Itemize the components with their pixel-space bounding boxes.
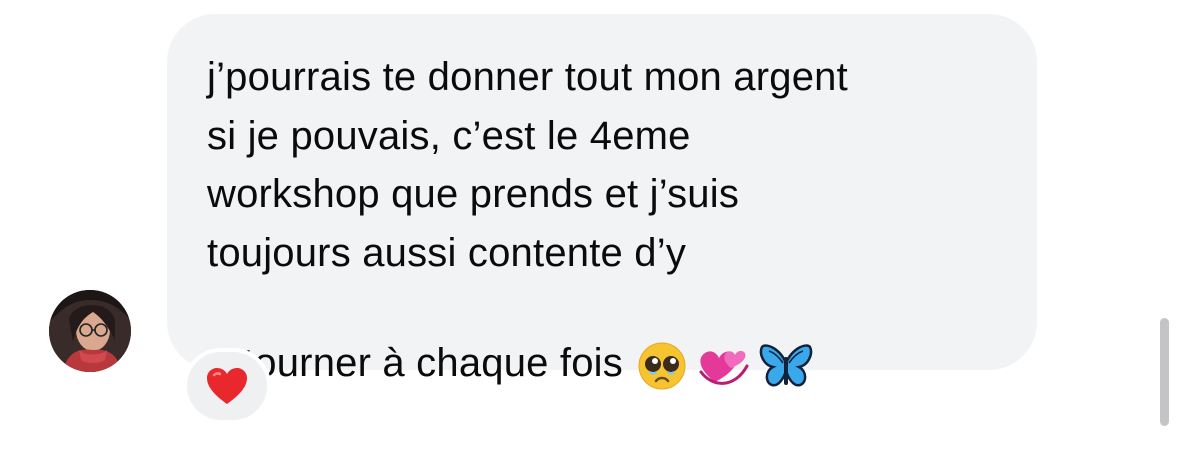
scrollbar-thumb[interactable] — [1160, 318, 1169, 426]
message-text: j’pourrais te donner tout mon argent si … — [207, 48, 1007, 449]
red-heart-icon — [207, 368, 247, 404]
message-bubble[interactable]: j’pourrais te donner tout mon argent si … — [167, 14, 1037, 389]
pleading-face-icon — [637, 282, 687, 449]
heart-reaction[interactable] — [183, 348, 271, 424]
butterfly-icon — [759, 282, 813, 449]
sender-avatar[interactable] — [49, 290, 131, 372]
user-avatar-photo — [49, 290, 131, 372]
revolving-hearts-icon — [695, 283, 751, 448]
message-text-content: j’pourrais te donner tout mon argent si … — [207, 55, 848, 386]
